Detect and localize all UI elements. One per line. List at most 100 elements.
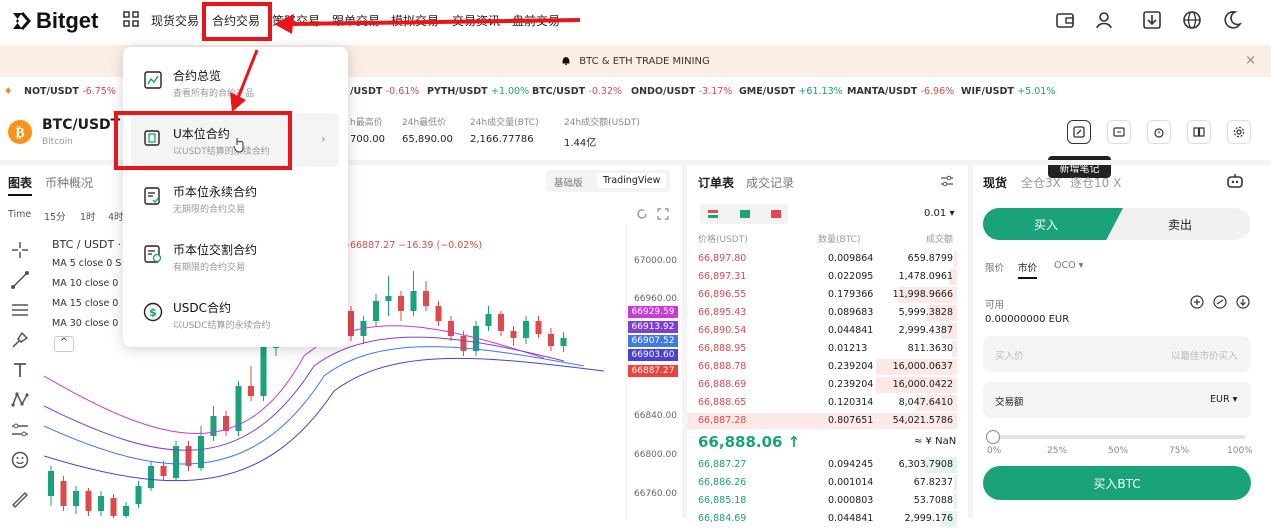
bid-amount: 0.001014: [828, 477, 874, 488]
alert-button[interactable]: [1147, 120, 1171, 144]
nav-trading-news[interactable]: 交易资讯: [452, 12, 500, 29]
emoji-icon[interactable]: [10, 450, 30, 470]
apps-grid-icon[interactable]: [123, 11, 139, 27]
precision-select[interactable]: 0.01 ▾: [924, 208, 954, 219]
price-tag: 66903.60: [628, 349, 678, 361]
tab-coin-info[interactable]: 币种概况: [45, 174, 93, 191]
sell-tab-button[interactable]: 卖出: [1168, 216, 1192, 233]
buy-tab-button[interactable]: 买入: [983, 208, 1123, 240]
view-tradingview[interactable]: TradingView: [597, 173, 667, 188]
ticker-item[interactable]: /USDT -0.61%: [350, 86, 419, 97]
bid-row[interactable]: 66,887.27 0.094245 6,303.7908: [688, 456, 963, 474]
nav-demo-trading[interactable]: 模拟交易: [391, 12, 439, 29]
tab-chart[interactable]: 图表: [8, 174, 33, 196]
menu-item-futures-overview[interactable]: 合约总览 查看所有的合约产品: [131, 55, 339, 109]
interval-4h[interactable]: 4时: [108, 209, 124, 223]
tab-isolated[interactable]: 逐仓10 X: [1070, 174, 1121, 191]
ruler-icon[interactable]: [10, 490, 30, 510]
slider-mark[interactable]: 0%: [987, 446, 1001, 456]
wallet-icon[interactable]: [1054, 9, 1076, 31]
order-type-limit[interactable]: 限价: [985, 260, 1004, 274]
ask-row[interactable]: 66,897.80 0.009864 659.8799: [688, 250, 963, 268]
order-type-market[interactable]: 市价: [1018, 260, 1038, 279]
ask-total: 8,047.6410: [898, 397, 953, 408]
ask-total: 11,998.9666: [892, 289, 953, 300]
pattern-icon[interactable]: [10, 390, 30, 410]
add-funds-icon[interactable]: [1190, 295, 1204, 309]
ticker-item[interactable]: BTC/USDT -0.32%: [532, 86, 622, 97]
refresh-icon[interactable]: [636, 208, 648, 220]
pair-name: Bitcoin: [42, 137, 73, 147]
ticker-item[interactable]: ONDO/USDT -3.17%: [631, 86, 732, 97]
ask-row[interactable]: 66,896.55 0.179366 11,998.9666: [688, 286, 963, 304]
settings-button[interactable]: [1227, 120, 1251, 144]
ticker-item[interactable]: GME/USDT +61.13%: [739, 86, 843, 97]
amount-slider[interactable]: [993, 435, 1245, 439]
pair-symbol[interactable]: BTC/USDT: [42, 117, 120, 133]
menu-item-coin-m-delivery[interactable]: 币本位交割合约 有期限的合约交易: [131, 229, 339, 283]
add-note-button[interactable]: [1067, 120, 1091, 144]
bitget-logo[interactable]: Bitget: [10, 8, 98, 34]
ticker-item[interactable]: MANTA/USDT -6.96%: [847, 86, 954, 97]
ask-row[interactable]: 66,890.54 0.044841 2,999.4387: [688, 322, 963, 340]
ask-row[interactable]: 66,887.28 0.807651 54,021.5786: [687, 412, 963, 430]
ask-row[interactable]: 66,888.78 0.239204 16,000.0637: [688, 358, 963, 376]
ticker-item[interactable]: NOT/USDT -6.75%: [24, 86, 116, 97]
nav-strategy-trading[interactable]: 策略交易: [272, 12, 320, 29]
bid-row[interactable]: 66,885.18 0.000803 53.7088: [688, 492, 963, 510]
nav-premarket-trading[interactable]: 盘前交易: [512, 12, 560, 29]
menu-item-usdc-futures[interactable]: $ USDC合约 以USDC结算的永续合约: [131, 287, 339, 341]
book-button[interactable]: [1187, 120, 1211, 144]
candle-body: [135, 486, 142, 504]
fullscreen-icon[interactable]: [657, 208, 669, 220]
ask-row[interactable]: 66,897.31 0.022095 1,478.0961: [688, 268, 963, 286]
tab-order-book[interactable]: 订单表: [698, 174, 734, 191]
slider-mark[interactable]: 75%: [1169, 446, 1189, 456]
slider-thumb[interactable]: [986, 430, 1000, 444]
book-bids-icon[interactable]: [740, 209, 750, 219]
slider-mark[interactable]: 100%: [1227, 446, 1253, 456]
ask-row[interactable]: 66,895.43 0.089683 5,999.3828: [688, 304, 963, 322]
book-both-icon[interactable]: [708, 209, 718, 219]
trend-line-icon[interactable]: [10, 270, 30, 290]
download-icon[interactable]: [1141, 9, 1163, 31]
slider-mark[interactable]: 50%: [1108, 446, 1128, 456]
interval-1h[interactable]: 1时: [80, 209, 96, 223]
ask-row[interactable]: 66,888.95 0.01213 811.3630: [688, 340, 963, 358]
measure-icon[interactable]: [10, 420, 30, 440]
deposit-icon[interactable]: [1236, 295, 1250, 309]
banner-close-icon[interactable]: ×: [1245, 53, 1256, 68]
interval-15m[interactable]: 15分: [44, 209, 66, 223]
globe-icon[interactable]: [1181, 9, 1203, 31]
interval-time[interactable]: Time: [8, 209, 31, 220]
slider-mark[interactable]: 25%: [1047, 446, 1067, 456]
transfer-icon[interactable]: [1213, 295, 1227, 309]
nav-spot-trading[interactable]: 现货交易: [151, 12, 199, 29]
price-hint: 以最佳市价买入: [1171, 351, 1238, 362]
submit-buy-button[interactable]: 买入BTC: [983, 466, 1251, 500]
ticker-item[interactable]: WIF/USDT +5.01%: [961, 86, 1055, 97]
brush-icon[interactable]: [10, 330, 30, 350]
robot-icon[interactable]: [1225, 172, 1245, 190]
tab-spot[interactable]: 现货: [983, 174, 1007, 191]
bid-row[interactable]: 66,886.26 0.001014 67.8237: [688, 474, 963, 492]
crosshair-icon[interactable]: [10, 240, 30, 260]
tab-cross[interactable]: 全仓3X: [1021, 174, 1061, 191]
book-asks-icon[interactable]: [771, 209, 781, 219]
horizontal-lines-icon[interactable]: [10, 300, 30, 320]
menu-item-coin-m-perpetual[interactable]: 币本位永续合约 无期限的合约交易: [131, 171, 339, 225]
nav-copy-trading[interactable]: 跟单交易: [332, 12, 380, 29]
dark-mode-icon[interactable]: [1221, 9, 1243, 31]
currency-select[interactable]: EUR ▾: [1210, 394, 1237, 405]
view-basic[interactable]: 基础版: [554, 175, 583, 189]
bid-row[interactable]: 66,884.69 0.044841 2,999.176: [688, 510, 963, 528]
text-tool-icon[interactable]: [10, 360, 30, 380]
user-icon[interactable]: [1093, 9, 1115, 31]
ticker-item[interactable]: PYTH/USDT +1.00%: [427, 86, 529, 97]
ask-row[interactable]: 66,888.69 0.239204 16,000.0422: [688, 376, 963, 394]
calculator-button[interactable]: [1107, 120, 1131, 144]
tab-trade-history[interactable]: 成交记录: [746, 174, 794, 191]
filter-settings-icon[interactable]: [940, 174, 954, 188]
ask-row[interactable]: 66,888.65 0.120314 8,047.6410: [688, 394, 963, 412]
order-type-oco[interactable]: OCO ▾: [1054, 260, 1083, 271]
